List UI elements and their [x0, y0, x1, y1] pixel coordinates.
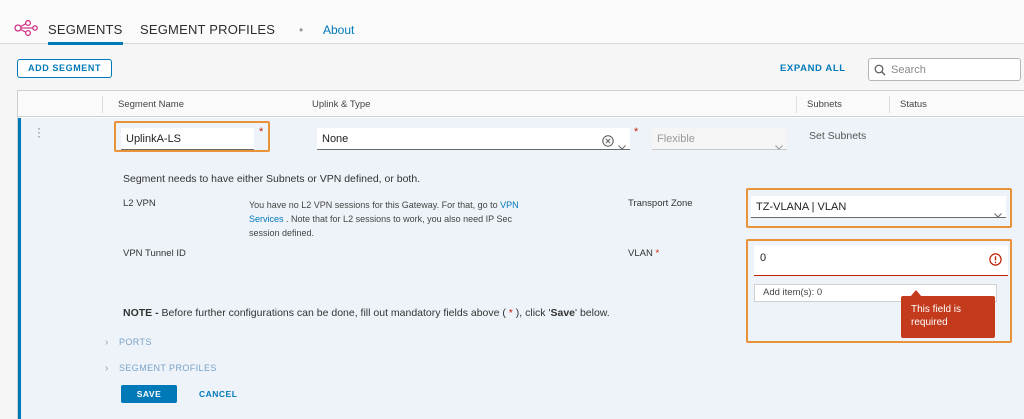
l2vpn-text-before: You have no L2 VPN sessions for this Gat… [249, 200, 498, 210]
expand-all-link[interactable]: EXPAND ALL [780, 63, 846, 74]
vlan-label: VLAN * [628, 248, 659, 259]
about-link[interactable]: About [323, 23, 354, 37]
segment-validation-message: Segment needs to have either Subnets or … [123, 173, 421, 185]
segments-grid: Segment Name Uplink & Type Subnets Statu… [17, 90, 1024, 419]
highlight-box-transport-zone [746, 188, 1012, 228]
row-actions-icon[interactable]: · · · [35, 122, 43, 142]
note-text-2: ), click ' [512, 307, 551, 319]
uplink-select[interactable]: None [317, 128, 630, 150]
required-marker: * [655, 248, 660, 259]
type-value: Flexible [657, 133, 695, 145]
cancel-button[interactable]: CANCEL [199, 389, 237, 399]
segments-logo-icon [14, 19, 38, 39]
save-button[interactable]: SAVE [121, 385, 177, 403]
note-text-3: ' below. [575, 307, 610, 319]
search-input[interactable] [891, 62, 1017, 77]
required-marker: * [634, 126, 639, 138]
column-header-status[interactable]: Status [900, 99, 927, 110]
column-divider [889, 96, 890, 113]
tab-segments[interactable]: SEGMENTS [48, 22, 123, 45]
clear-icon[interactable] [602, 133, 614, 155]
section-segment-profiles[interactable]: › SEGMENT PROFILES [105, 363, 217, 374]
transport-zone-label: Transport Zone [628, 198, 693, 209]
search-icon [874, 64, 886, 79]
column-header-segment-name[interactable]: Segment Name [118, 99, 184, 110]
l2vpn-label: L2 VPN [123, 198, 156, 209]
column-header-subnets[interactable]: Subnets [807, 99, 842, 110]
top-nav: SEGMENTS SEGMENT PROFILES • About [0, 0, 1024, 45]
vpn-tunnel-id-label: VPN Tunnel ID [123, 248, 186, 259]
l2vpn-description: You have no L2 VPN sessions for this Gat… [249, 198, 524, 240]
l2vpn-text-after: . Note that for L2 sessions to work, you… [249, 214, 512, 238]
segment-row-expanded: · · · UplinkA-LS * None * Flexible Set S… [18, 118, 1024, 419]
search-box[interactable] [868, 58, 1021, 81]
mandatory-fields-note: NOTE - Before further configurations can… [123, 307, 610, 319]
column-divider [102, 96, 103, 113]
grid-header: Segment Name Uplink & Type Subnets Statu… [18, 91, 1024, 117]
chevron-down-icon [775, 136, 783, 158]
add-segment-button[interactable]: ADD SEGMENT [17, 59, 113, 78]
section-ports[interactable]: › PORTS [105, 337, 152, 348]
highlight-box-vlan [746, 239, 1012, 343]
section-ports-label: PORTS [119, 337, 152, 347]
note-prefix: NOTE - [123, 307, 159, 319]
chevron-right-icon: › [105, 337, 109, 348]
set-subnets-link[interactable]: Set Subnets [809, 130, 866, 142]
uplink-value: None [322, 133, 349, 145]
column-header-uplink-type[interactable]: Uplink & Type [312, 99, 370, 110]
highlight-box-segment-name [114, 121, 270, 152]
chevron-down-icon [618, 136, 626, 158]
section-segment-profiles-label: SEGMENT PROFILES [119, 363, 217, 373]
note-text-1: Before further configurations can be don… [158, 307, 509, 319]
chevron-right-icon: › [105, 363, 109, 374]
note-save-word: Save [550, 307, 576, 319]
type-select[interactable]: Flexible [652, 128, 787, 150]
vlan-label-text: VLAN [628, 248, 653, 259]
tab-separator: • [299, 23, 304, 37]
column-divider [796, 96, 797, 113]
tab-segment-profiles[interactable]: SEGMENT PROFILES [140, 22, 275, 37]
